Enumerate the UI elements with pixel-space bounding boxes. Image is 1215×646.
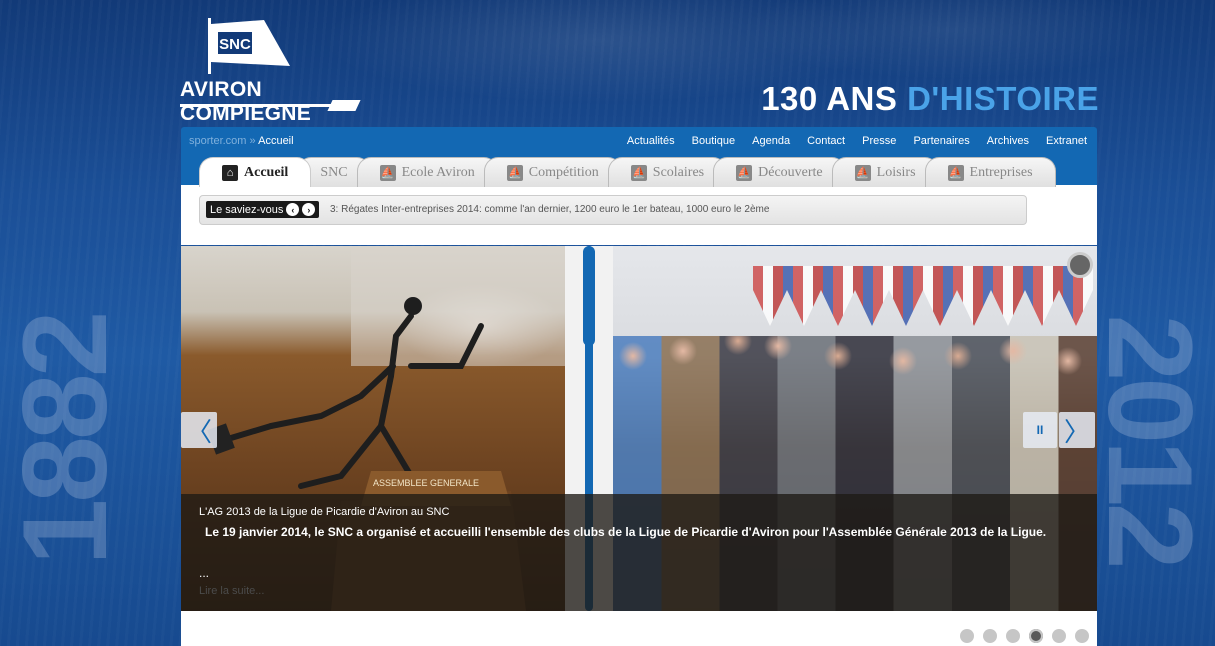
tagline: 130 ANS D'HISTOIRE (761, 80, 1099, 117)
ticker-text[interactable]: 3: Régates Inter-entreprises 2014: comme… (330, 204, 769, 215)
ticker-prev-icon[interactable]: ‹ (286, 203, 300, 216)
breadcrumb: sporter.com » Accueil (189, 135, 294, 147)
rowing-icon: ⛵ (630, 164, 647, 181)
top-bar: sporter.com » Accueil Actualités Boutiqu… (181, 127, 1097, 157)
ticker-label: Le saviez-vous ‹ › (206, 201, 320, 218)
rowing-icon: ⛵ (379, 164, 396, 181)
svg-text:SNC: SNC (219, 36, 251, 53)
top-nav-boutique[interactable]: Boutique (692, 135, 735, 147)
slide-dot-3[interactable] (1006, 629, 1020, 643)
slider-footer (181, 611, 1097, 646)
slide-dot-1[interactable] (960, 629, 974, 643)
side-year-left: 1882 (0, 314, 132, 566)
breadcrumb-site[interactable]: sporter.com (189, 135, 246, 147)
site-logo[interactable]: SNC AVIRON COMPIEGNE (180, 16, 380, 125)
slide-dot-4[interactable] (1029, 629, 1043, 643)
main-tabs: ⌂ Accueil SNC ⛵ Ecole Aviron ⛵ Compétition … (199, 157, 1056, 187)
rowing-icon: ⛵ (506, 164, 523, 181)
image-slider: ASSEMBLEE GENERALE 〈 II 〉 L'AG 2013 de l… (181, 246, 1097, 611)
slider-next-button[interactable]: 〉 (1059, 412, 1095, 448)
rowing-icon: ⛵ (947, 164, 964, 181)
top-nav: Actualités Boutique Agenda Contact Press… (613, 135, 1087, 147)
news-ticker: Le saviez-vous ‹ › 3: Régates Inter-entr… (199, 195, 1027, 225)
top-nav-agenda[interactable]: Agenda (752, 135, 790, 147)
tabs-area: ⌂ Accueil SNC ⛵ Ecole Aviron ⛵ Compétition … (181, 157, 1097, 245)
slide-dot-6[interactable] (1075, 629, 1089, 643)
oar-icon (583, 246, 595, 346)
tab-entreprises[interactable]: ⛵ Entreprises (924, 157, 1056, 187)
top-nav-partenaires[interactable]: Partenaires (913, 135, 969, 147)
breadcrumb-current: Accueil (258, 135, 294, 147)
caption-ellipsis: ... (199, 566, 210, 580)
top-nav-presse[interactable]: Presse (862, 135, 896, 147)
side-year-right: 2012 (1083, 314, 1215, 566)
top-nav-extranet[interactable]: Extranet (1046, 135, 1087, 147)
tab-ecole-aviron[interactable]: ⛵ Ecole Aviron (356, 157, 498, 187)
slide-dot-2[interactable] (983, 629, 997, 643)
top-nav-contact[interactable]: Contact (807, 135, 845, 147)
read-more-link[interactable]: Lire la suite... (199, 585, 264, 597)
home-icon: ⌂ (222, 164, 238, 181)
logo-underline (180, 104, 350, 107)
tagline-highlight: D'HISTOIRE (907, 80, 1099, 117)
ticker-next-icon[interactable]: › (302, 203, 316, 216)
caption-body: Le 19 janvier 2014, le SNC a organisé et… (205, 525, 1047, 539)
breadcrumb-separator: » (249, 135, 256, 147)
top-nav-actualites[interactable]: Actualités (627, 135, 675, 147)
logo-slash (327, 100, 361, 111)
slider-pause-button[interactable]: II (1023, 412, 1057, 448)
slide-dots (960, 629, 1089, 643)
caption-title: L'AG 2013 de la Ligue de Picardie d'Avir… (199, 506, 450, 518)
rowing-icon: ⛵ (854, 164, 871, 181)
flag-logo-icon: SNC (208, 18, 290, 74)
tab-loisirs[interactable]: ⛵ Loisirs (831, 157, 939, 187)
svg-text:ASSEMBLEE GENERALE: ASSEMBLEE GENERALE (373, 478, 479, 488)
pennants-decoration (753, 266, 1093, 326)
rowing-icon: ⛵ (736, 164, 753, 181)
tab-scolaires[interactable]: ⛵ Scolaires (607, 157, 728, 187)
page: 1882 2012 SNC AVIRON COMPIEGNE 130 ANS D… (0, 0, 1215, 646)
tab-decouverte[interactable]: ⛵ Découverte (713, 157, 846, 187)
slide-caption: L'AG 2013 de la Ligue de Picardie d'Avir… (181, 494, 1097, 611)
tab-accueil[interactable]: ⌂ Accueil (199, 157, 312, 187)
tab-competition[interactable]: ⛵ Compétition (483, 157, 622, 187)
slider-prev-button[interactable]: 〈 (181, 412, 217, 448)
slide-dot-5[interactable] (1052, 629, 1066, 643)
top-nav-archives[interactable]: Archives (987, 135, 1029, 147)
loading-spinner-icon (1067, 252, 1093, 278)
